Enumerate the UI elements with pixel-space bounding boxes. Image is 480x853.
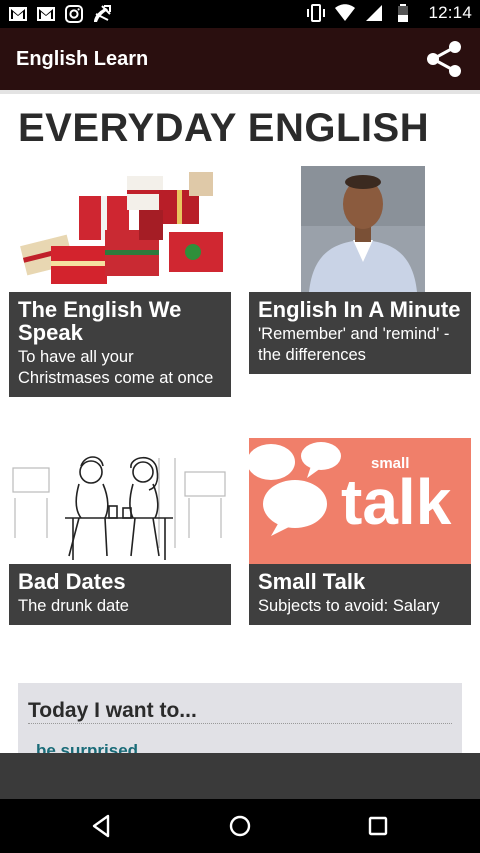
card-the-english-we-speak[interactable]: The English We Speak To have all your Ch…: [9, 166, 231, 397]
notification-icons: [8, 4, 112, 24]
card-english-in-a-minute[interactable]: English In A Minute 'Remember' and 'remi…: [249, 166, 471, 374]
presenter-image: [249, 166, 471, 292]
share-icon[interactable]: [422, 37, 466, 81]
main-content[interactable]: EVERYDAY ENGLISH The English We Speak To…: [0, 90, 480, 753]
instagram-icon: [65, 5, 83, 23]
christmas-presents-image: [9, 166, 231, 292]
card-title: English In A Minute: [258, 297, 461, 322]
bottom-overlay-bar: [0, 753, 480, 799]
card-caption: English In A Minute 'Remember' and 'remi…: [249, 292, 471, 374]
card-caption: Bad Dates The drunk date: [9, 564, 231, 625]
card-subtitle: The drunk date: [18, 597, 129, 615]
navigation-bar: [0, 799, 480, 853]
status-bar: 12:14: [0, 0, 480, 28]
today-panel: Today I want to... be surprised: [18, 683, 462, 753]
couple-sketch-image: [9, 438, 231, 564]
missed-call-icon: [94, 5, 111, 22]
divider: [28, 723, 452, 724]
card-subtitle: To have all your Christmases come at onc…: [18, 348, 214, 387]
card-caption: The English We Speak To have all your Ch…: [9, 292, 231, 397]
vibrate-icon: [307, 4, 326, 22]
card-bad-dates[interactable]: Bad Dates The drunk date: [9, 438, 231, 625]
app-title: English Learn: [16, 48, 149, 70]
home-icon[interactable]: [226, 812, 254, 840]
card-subtitle: 'Remember' and 'remind' - the difference…: [258, 325, 450, 364]
battery-icon: [398, 4, 409, 22]
small-talk-logo-big: talk: [341, 466, 452, 538]
card-caption: Small Talk Subjects to avoid: Salary: [249, 564, 471, 625]
card-subtitle: Subjects to avoid: Salary: [258, 597, 440, 615]
section-title: EVERYDAY ENGLISH: [18, 106, 430, 150]
gmail-icon: [37, 7, 55, 21]
signal-icon: [366, 5, 383, 21]
recents-icon[interactable]: [364, 812, 392, 840]
small-talk-logo-image: small talk: [249, 438, 471, 564]
today-option-link[interactable]: be surprised: [36, 741, 138, 753]
app-bar: English Learn: [0, 28, 480, 90]
status-clock: 12:14: [428, 3, 472, 22]
wifi-icon: [335, 4, 356, 21]
card-title: The English We Speak: [18, 297, 182, 345]
back-icon[interactable]: [88, 812, 116, 840]
today-title: Today I want to...: [28, 699, 197, 722]
system-icons: 12:14: [306, 3, 472, 23]
card-small-talk[interactable]: small talk Small Talk Subjects to avoid:…: [249, 438, 471, 625]
gmail-icon: [9, 7, 27, 21]
card-title: Small Talk: [258, 569, 366, 594]
card-title: Bad Dates: [18, 569, 126, 594]
